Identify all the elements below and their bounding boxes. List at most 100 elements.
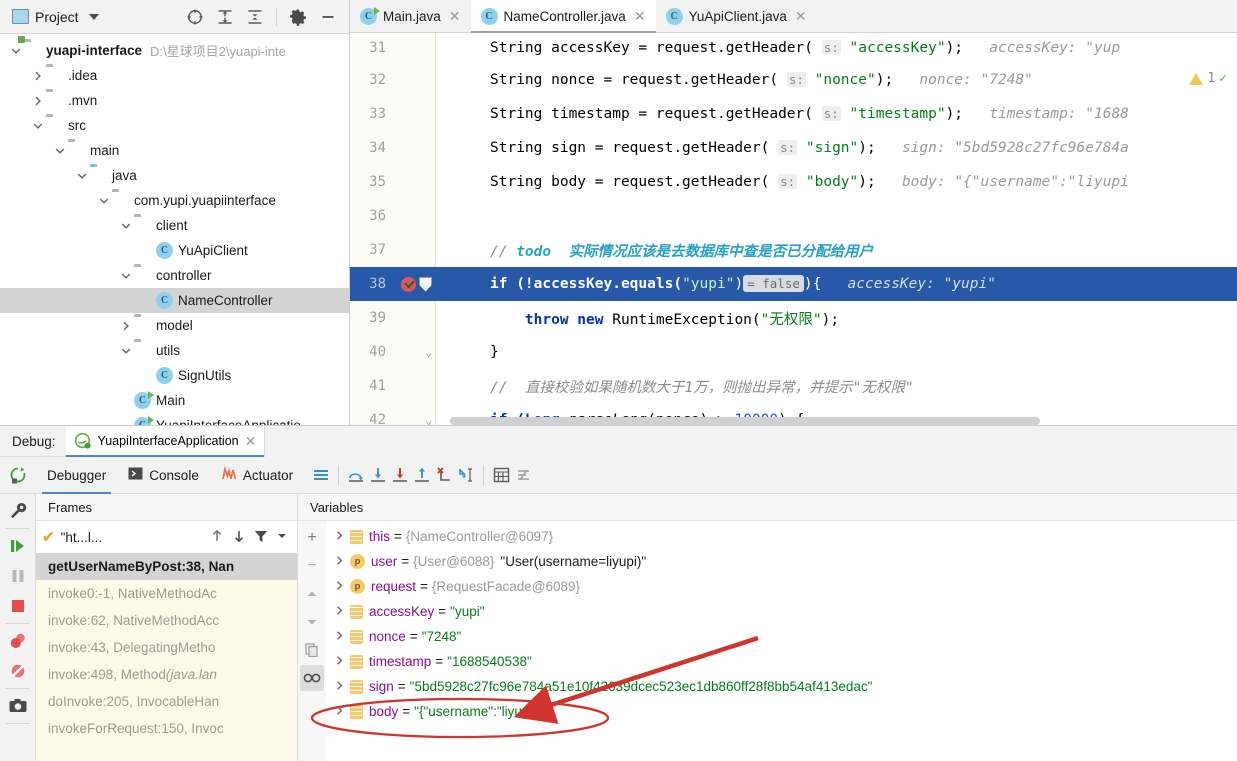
arrow-down-icon[interactable] (231, 528, 247, 547)
editor-horizontal-scrollbar[interactable] (450, 417, 1040, 425)
variable-row-this[interactable]: this = {NameController@6097} (326, 524, 1237, 549)
close-icon[interactable]: ✕ (634, 8, 646, 25)
inspection-status[interactable]: 1 ✓ (1189, 71, 1227, 86)
variables-side-toolbar[interactable]: + − (298, 521, 326, 761)
chevron-right-icon[interactable] (30, 68, 46, 84)
gear-icon[interactable] (289, 8, 307, 26)
settings-wrench-icon[interactable] (4, 496, 32, 526)
evaluate-expression-icon[interactable] (490, 464, 512, 486)
step-into-icon[interactable] (367, 464, 389, 486)
debug-side-toolbar[interactable] (0, 494, 36, 761)
tree-item-com.yupi.yuapiinterface[interactable]: com.yupi.yuapiinterface (0, 188, 349, 213)
tree-item-main[interactable]: C Main (0, 388, 349, 413)
thread-selector[interactable]: "ht...l... (61, 530, 103, 545)
minus-icon[interactable]: − (300, 553, 324, 579)
chevron-down-icon[interactable] (52, 143, 68, 159)
chevron-right-icon[interactable] (334, 580, 350, 594)
variable-row-request[interactable]: p request = {RequestFacade@6089} (326, 574, 1237, 599)
plus-icon[interactable]: + (300, 525, 324, 551)
frame-list-item[interactable]: getUserNameByPost:38, Nan (36, 553, 297, 580)
resume-program-icon[interactable] (4, 531, 32, 561)
locate-icon[interactable] (186, 8, 204, 26)
editor-tab-bar[interactable]: C Main.java ✕ C NameController.java ✕ C … (350, 0, 1237, 33)
editor-tab-main[interactable]: C Main.java ✕ (350, 0, 471, 32)
variable-row-sign[interactable]: sign = "5bd5928c27fc96e784a51e10f42639dcec… (326, 674, 1237, 699)
chevron-down-icon[interactable] (118, 343, 134, 359)
frames-list[interactable]: getUserNameByPost:38, Nan invoke0:-1, Nat… (36, 553, 297, 761)
chevron-down-icon[interactable] (8, 43, 24, 59)
chevron-right-icon[interactable] (30, 93, 46, 109)
chevron-down-icon[interactable] (74, 168, 90, 184)
close-icon[interactable]: ✕ (245, 433, 257, 450)
tree-item-yuapiinterfaceapplicatio[interactable]: C YuapiInterfaceApplicatio (0, 413, 349, 425)
frame-list-item[interactable]: doInvoke:205, InvocableHan (36, 688, 297, 715)
variable-row-nonce[interactable]: nonce = "7248" (326, 624, 1237, 649)
tree-item-src[interactable]: src (0, 113, 349, 138)
chevron-down-icon[interactable] (118, 218, 134, 234)
chevron-right-icon[interactable] (334, 530, 350, 544)
chevron-right-icon[interactable] (334, 605, 350, 619)
chevron-right-icon[interactable] (334, 705, 350, 719)
chevron-down-icon[interactable] (96, 193, 112, 209)
frame-list-item[interactable]: invokeForRequest:150, Invoc (36, 715, 297, 742)
variable-row-accesskey[interactable]: accessKey = "yupi" (326, 599, 1237, 624)
chevron-right-icon[interactable] (118, 318, 134, 334)
variable-row-body[interactable]: body = "{"username":"liyupi"}" (326, 699, 1237, 724)
variables-list[interactable]: this = {NameController@6097} p user = {User@60… (326, 521, 1237, 761)
stop-icon[interactable] (4, 591, 32, 621)
tree-item-utils[interactable]: utils (0, 338, 349, 363)
tree-item-model[interactable]: model (0, 313, 349, 338)
tree-item-java[interactable]: java (0, 163, 349, 188)
chevron-right-icon[interactable] (334, 555, 350, 569)
arrow-up-icon[interactable] (209, 528, 225, 547)
filter-icon[interactable] (253, 528, 269, 547)
tree-item-yuapiclient[interactable]: C YuApiClient (0, 238, 349, 263)
frame-list-item[interactable]: invoke:498, Method (java.lan (36, 661, 297, 688)
step-over-icon[interactable] (345, 464, 367, 486)
tree-item-signutils[interactable]: C SignUtils (0, 363, 349, 388)
arrow-down-icon[interactable] (300, 609, 324, 635)
tree-item-.mvn[interactable]: .mvn (0, 88, 349, 113)
copy-icon[interactable] (300, 637, 324, 663)
close-icon[interactable]: ✕ (449, 8, 461, 25)
fold-end-icon[interactable]: ⌄ (425, 346, 432, 359)
editor-tab-yuapiclient[interactable]: C YuApiClient.java ✕ (656, 0, 817, 32)
view-breakpoints-icon[interactable] (4, 626, 32, 656)
force-step-into-icon[interactable] (389, 464, 411, 486)
variable-row-user[interactable]: p user = {User@6088} "User(username=liyupi)" (326, 549, 1237, 574)
frame-list-item[interactable]: invoke0:-1, NativeMethodAc (36, 580, 297, 607)
tab-actuator[interactable]: Actuator (210, 457, 304, 494)
close-icon[interactable]: ✕ (795, 8, 807, 25)
frame-list-item[interactable]: invoke:62, NativeMethodAcc (36, 607, 297, 634)
run-to-cursor-icon[interactable] (455, 464, 477, 486)
chevron-down-icon[interactable] (118, 268, 134, 284)
chevron-right-icon[interactable] (334, 630, 350, 644)
drop-frame-icon[interactable] (433, 464, 455, 486)
project-tree[interactable]: yuapi-interface D:\星球项目2\yuapi-inte .idea.… (0, 34, 349, 425)
arrow-up-icon[interactable] (300, 581, 324, 607)
chevron-down-icon[interactable] (88, 13, 99, 20)
debug-session-tab[interactable]: YuapiInterfaceApplication ✕ (65, 425, 265, 457)
debug-toolbar[interactable]: Debugger Console Actuator (0, 457, 1237, 494)
screenshot-icon[interactable] (4, 691, 32, 721)
tree-item-namecontroller[interactable]: C NameController (0, 288, 349, 313)
fold-start-icon[interactable]: ⌄ (425, 414, 432, 426)
step-out-icon[interactable] (411, 464, 433, 486)
expand-all-icon[interactable] (216, 8, 234, 26)
rerun-icon[interactable] (0, 465, 36, 485)
editor-tab-namecontroller[interactable]: C NameController.java ✕ (470, 0, 656, 33)
watches-icon[interactable] (300, 665, 324, 691)
pause-program-icon[interactable] (4, 561, 32, 591)
chevron-right-icon[interactable] (334, 655, 350, 669)
tree-item-.idea[interactable]: .idea (0, 63, 349, 88)
layout-icon[interactable] (310, 464, 332, 486)
mute-breakpoints-icon[interactable] (4, 656, 32, 686)
chevron-down-icon[interactable] (275, 529, 289, 546)
frame-list-item[interactable]: invoke:43, DelegatingMetho (36, 634, 297, 661)
tree-item-controller[interactable]: controller (0, 263, 349, 288)
tree-item-yuapi-interface[interactable]: yuapi-interface D:\星球项目2\yuapi-inte (0, 38, 349, 63)
hide-panel-icon[interactable] (319, 8, 337, 26)
tab-console[interactable]: Console (117, 457, 210, 494)
tree-item-main[interactable]: main (0, 138, 349, 163)
collapse-all-icon[interactable] (246, 8, 264, 26)
